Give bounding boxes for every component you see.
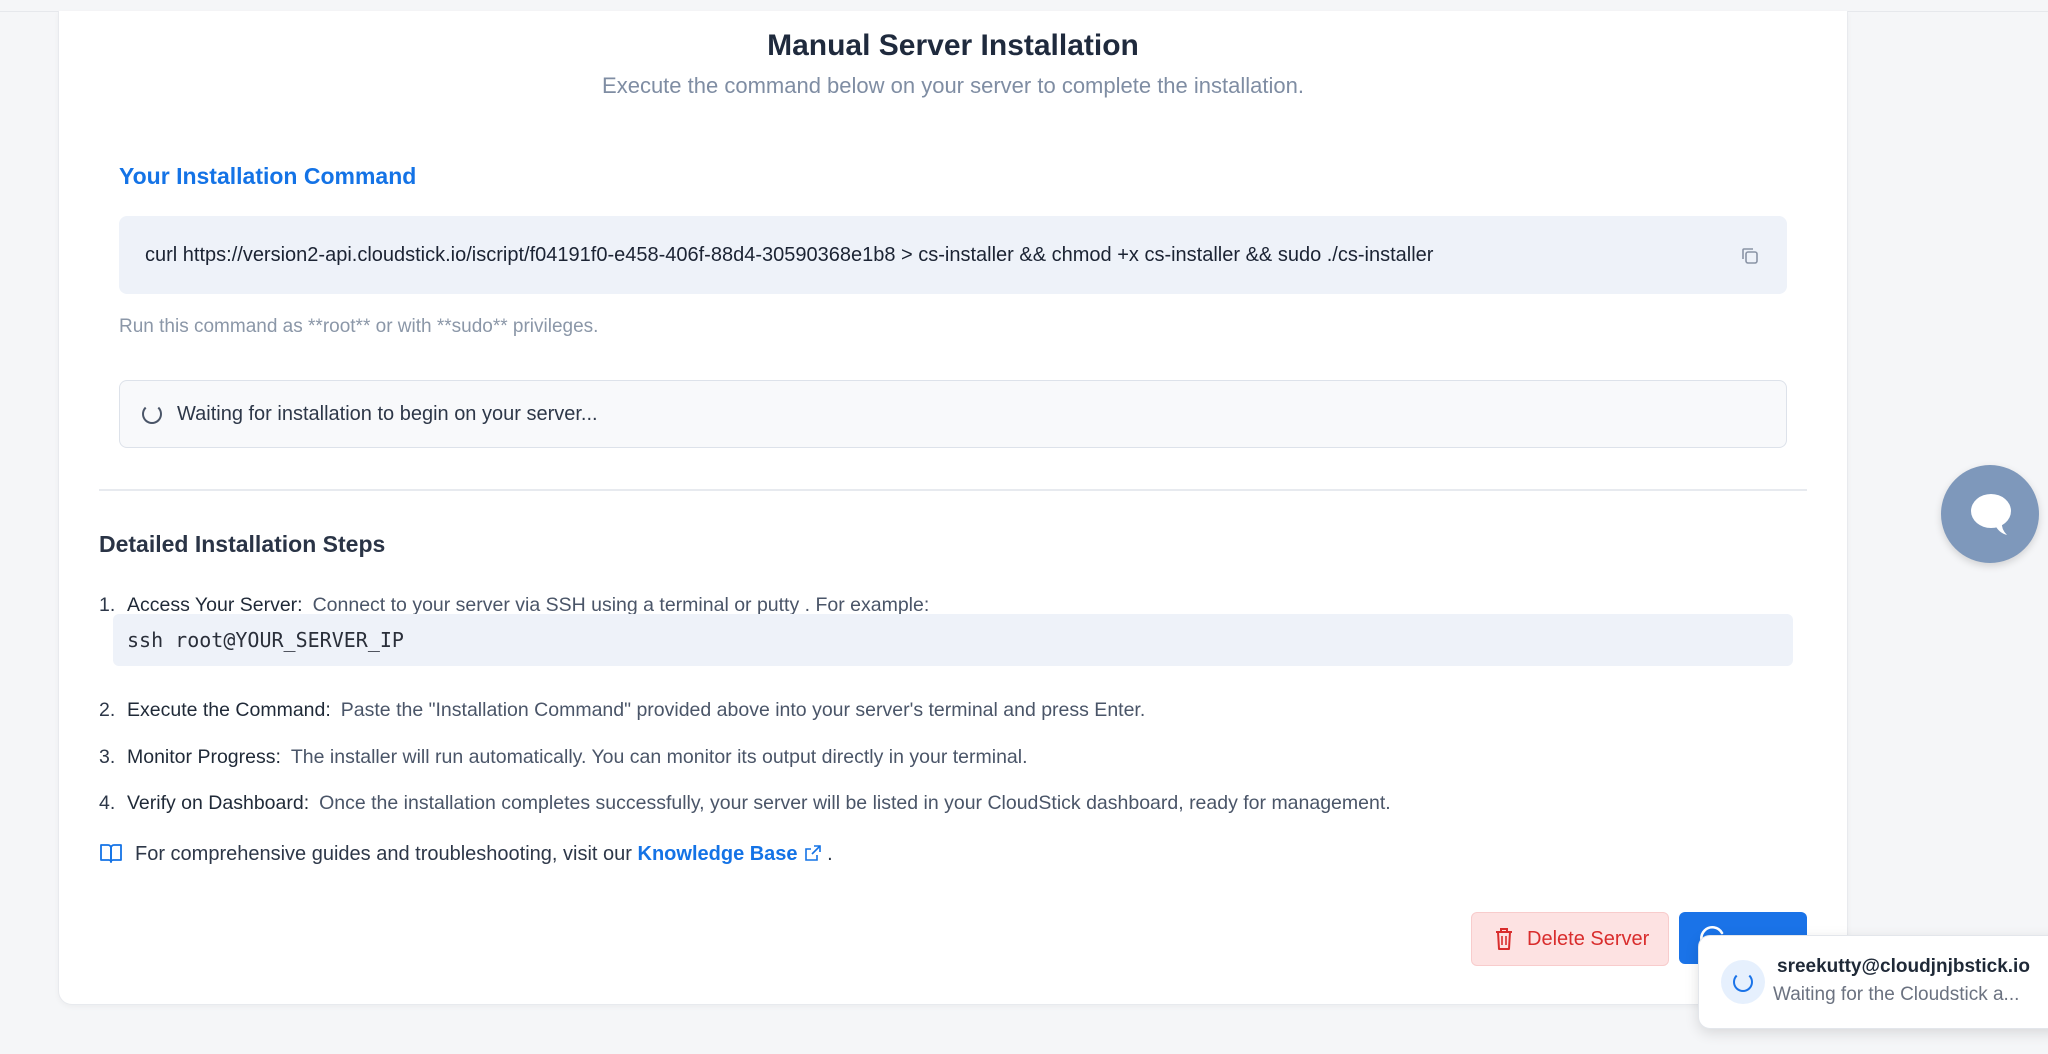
- knowledge-base-link-label[interactable]: Knowledge Base: [638, 843, 798, 865]
- step-label: Execute the Command:: [127, 699, 331, 721]
- knowledge-base-line: For comprehensive guides and troubleshoo…: [99, 842, 833, 870]
- page-subtitle: Execute the command below on your server…: [602, 73, 1304, 98]
- step-number: 3.: [99, 746, 116, 768]
- ssh-code-block: ssh root@YOUR_SERVER_IP: [113, 614, 1793, 666]
- install-command-text[interactable]: curl https://version2-api.cloudstick.io/…: [145, 216, 1433, 294]
- trash-icon: [1494, 927, 1514, 957]
- step-item: 4. Verify on Dashboard: Once the installat…: [99, 792, 1391, 815]
- copy-icon[interactable]: [1739, 245, 1761, 267]
- step-text: Once the installation completes successf…: [319, 792, 1391, 814]
- chat-widget-button[interactable]: [1941, 465, 2039, 563]
- toast-title: sreekutty@cloudjnjbstick.io: [1777, 956, 2030, 977]
- step-text: Paste the "Installation Command" provide…: [340, 699, 1146, 721]
- step-label: Access Your Server:: [127, 594, 303, 616]
- page-title: Manual Server Installation: [767, 29, 1139, 62]
- knowledge-suffix: .: [827, 843, 833, 865]
- ssh-command: ssh root@YOUR_SERVER_IP: [127, 628, 404, 652]
- step-text: Connect to your server via SSH using a t…: [312, 594, 930, 616]
- external-link-icon[interactable]: [804, 844, 822, 868]
- step-number: 4.: [99, 792, 116, 814]
- steps-heading: Detailed Installation Steps: [99, 531, 386, 557]
- knowledge-prefix: For comprehensive guides and troubleshoo…: [135, 843, 632, 865]
- book-icon: [99, 842, 123, 870]
- installation-card: Manual Server Installation Execute the c…: [58, 11, 1848, 1005]
- knowledge-base-link[interactable]: Knowledge Base: [638, 843, 822, 865]
- delete-server-button[interactable]: Delete Server: [1471, 912, 1669, 966]
- step-label: Verify on Dashboard:: [127, 792, 310, 814]
- status-text: Waiting for installation to begin on you…: [177, 403, 598, 425]
- step-item: 2. Execute the Command: Paste the "Install…: [99, 699, 1145, 722]
- step-label: Monitor Progress:: [127, 746, 281, 768]
- loading-spinner-icon: [142, 404, 162, 424]
- command-box: curl https://version2-api.cloudstick.io/…: [119, 216, 1787, 294]
- step-item: 3. Monitor Progress: The installer will ru…: [99, 746, 1028, 769]
- step-text: The installer will run automatically. Yo…: [290, 746, 1028, 768]
- notification-toast[interactable]: sreekutty@cloudjnjbstick.io Waiting for …: [1698, 935, 2048, 1029]
- installation-status-box: Waiting for installation to begin on you…: [119, 380, 1787, 448]
- chat-icon: [1971, 494, 2011, 535]
- privilege-note: Run this command as **root** or with **s…: [119, 316, 599, 337]
- step-number: 2.: [99, 699, 116, 721]
- loading-spinner-icon: [1721, 960, 1765, 1004]
- toast-message: Waiting for the Cloudstick a...: [1773, 984, 2020, 1005]
- command-heading: Your Installation Command: [119, 163, 417, 189]
- section-divider: [99, 489, 1807, 491]
- delete-server-label: Delete Server: [1527, 928, 1650, 950]
